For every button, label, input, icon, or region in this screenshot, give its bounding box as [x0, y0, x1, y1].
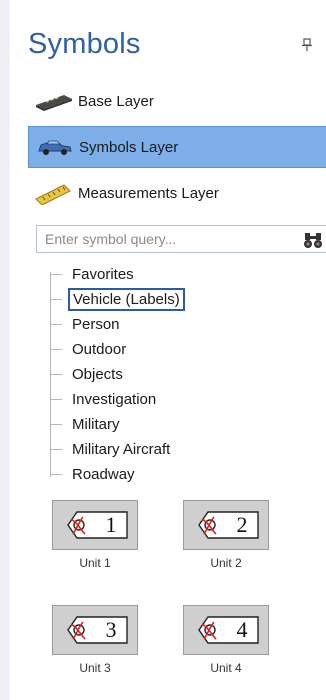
- unit-number: 3: [106, 617, 117, 642]
- tree-item-label: Military: [72, 416, 120, 433]
- unit-tag-icon: 3: [67, 616, 128, 644]
- tree-item-label: Favorites: [72, 266, 134, 283]
- unit-number: 1: [106, 512, 117, 537]
- tree-item-label: Vehicle (Labels): [68, 288, 185, 311]
- tree-item-military[interactable]: Military: [48, 412, 326, 437]
- tree-item-label: Person: [72, 316, 120, 333]
- tree-item-label: Military Aircraft: [72, 441, 171, 458]
- tree-item-label: Investigation: [72, 391, 157, 408]
- tree-item-label: Outdoor: [72, 341, 127, 358]
- layer-item-base[interactable]: Base Layer: [28, 80, 326, 122]
- symbol-search-box: [36, 225, 326, 253]
- ruler-icon: [34, 181, 74, 206]
- symbol-tile: 3: [52, 605, 138, 655]
- layer-item-symbols[interactable]: Symbols Layer: [28, 126, 326, 168]
- symbol-caption: Unit 2: [210, 556, 242, 570]
- unit-tag-icon: 4: [198, 616, 259, 644]
- unit-tag-icon: 2: [198, 511, 259, 539]
- pin-icon[interactable]: [302, 38, 312, 52]
- unit-number: 2: [237, 512, 248, 537]
- binoculars-icon[interactable]: [303, 231, 323, 249]
- tree-item-favorites[interactable]: Favorites: [48, 262, 326, 287]
- layer-label: Symbols Layer: [79, 138, 179, 156]
- layer-label: Measurements Layer: [78, 184, 219, 202]
- tree-item-objects[interactable]: Objects: [48, 362, 326, 387]
- tree-item-person[interactable]: Person: [48, 312, 326, 337]
- unit-tag-icon: 1: [67, 511, 128, 539]
- car-icon: [35, 135, 75, 159]
- symbol-unit-1[interactable]: 1 Unit 1: [50, 500, 140, 570]
- tree-item-roadway[interactable]: Roadway: [48, 462, 326, 487]
- symbol-caption: Unit 1: [79, 556, 111, 570]
- symbol-tile: 1: [52, 500, 138, 550]
- tree-item-military-aircraft[interactable]: Military Aircraft: [48, 437, 326, 462]
- base-layer-icon: [34, 89, 74, 113]
- tree-item-outdoor[interactable]: Outdoor: [48, 337, 326, 362]
- symbols-panel: Symbols Base Layer Symbols Layer Measure…: [0, 0, 326, 700]
- symbol-unit-3[interactable]: 3 Unit 3: [50, 605, 140, 675]
- symbol-unit-4[interactable]: 4 Unit 4: [181, 605, 271, 675]
- symbol-caption: Unit 3: [79, 661, 111, 675]
- panel-header: Symbols: [28, 28, 318, 72]
- symbol-unit-2[interactable]: 2 Unit 2: [181, 500, 271, 570]
- symbol-caption: Unit 4: [210, 661, 242, 675]
- layer-item-measurements[interactable]: Measurements Layer: [28, 172, 326, 214]
- symbol-search-input[interactable]: [37, 226, 303, 252]
- tree-item-vehicle-labels[interactable]: Vehicle (Labels): [48, 287, 326, 312]
- unit-number: 4: [237, 617, 248, 642]
- tree-item-label: Objects: [72, 366, 123, 383]
- tree-item-investigation[interactable]: Investigation: [48, 387, 326, 412]
- symbol-category-tree: Favorites Vehicle (Labels) Person Outdoo…: [48, 262, 326, 487]
- panel-title: Symbols: [28, 28, 141, 60]
- symbol-tile: 2: [183, 500, 269, 550]
- tree-item-label: Roadway: [72, 466, 135, 483]
- symbol-tile: 4: [183, 605, 269, 655]
- layer-label: Base Layer: [78, 92, 154, 110]
